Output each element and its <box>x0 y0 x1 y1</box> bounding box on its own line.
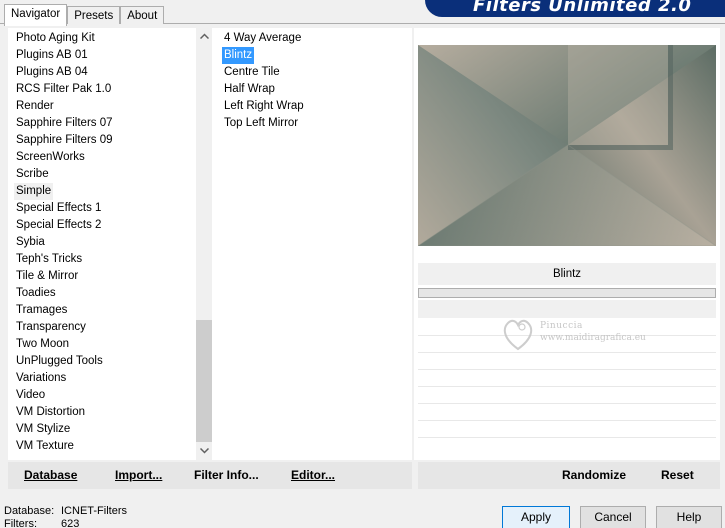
category-item[interactable]: Special Effects 2 <box>16 217 101 234</box>
category-item[interactable]: Sapphire Filters 07 <box>16 115 113 132</box>
app-title: Filters Unlimited 2.0 <box>473 0 692 16</box>
category-item[interactable]: Special Effects 1 <box>16 200 101 217</box>
parameter-slot-divider <box>418 403 716 404</box>
preview-image[interactable] <box>418 45 716 246</box>
help-button[interactable]: Help <box>656 506 722 528</box>
category-item[interactable]: Scribe <box>16 166 49 183</box>
app-banner: Filters Unlimited 2.0 <box>425 0 725 17</box>
preview-pane: Blintz Pinuccia www.maidiragrafica.eu <box>414 28 720 460</box>
tab-strip: Navigator Presets About <box>4 4 165 26</box>
category-item[interactable]: VM Texture <box>16 438 74 455</box>
cancel-button[interactable]: Cancel <box>580 506 646 528</box>
parameter-toolbar: Randomize Reset <box>418 462 720 489</box>
status-filters-value: 623 <box>61 518 80 528</box>
category-item[interactable]: Transparency <box>16 319 86 336</box>
category-item[interactable]: Photo Aging Kit <box>16 30 95 47</box>
parameter-slot-divider <box>418 386 716 387</box>
editor-button[interactable]: Editor... <box>291 462 335 489</box>
filter-name-label: Blintz <box>418 263 716 285</box>
category-scrollbar[interactable] <box>196 28 213 460</box>
status-database-label: Database: <box>4 505 55 517</box>
watermark-name: Pinuccia <box>540 321 583 331</box>
parameter-slot-divider <box>418 420 716 421</box>
category-item[interactable]: Teph's Tricks <box>16 251 82 268</box>
effect-list[interactable]: 4 Way Average Blintz Centre Tile Half Wr… <box>212 28 412 460</box>
category-item[interactable]: UnPlugged Tools <box>16 353 103 370</box>
filter-info-button[interactable]: Filter Info... <box>194 462 259 489</box>
effect-item[interactable]: Half Wrap <box>224 81 275 98</box>
chevron-up-icon[interactable] <box>196 28 213 45</box>
import-button-label: Import... <box>115 468 163 482</box>
category-item[interactable]: ScreenWorks <box>16 149 85 166</box>
editor-button-label: Editor... <box>291 468 336 482</box>
effect-item[interactable]: Centre Tile <box>224 64 280 81</box>
category-item[interactable]: Video <box>16 387 45 404</box>
status-database-value: ICNET-Filters <box>61 505 127 517</box>
parameter-slot-divider <box>418 369 716 370</box>
navigator-toolbar: Database Import... Filter Info... Editor… <box>8 462 412 489</box>
tab-navigator[interactable]: Navigator <box>4 4 68 26</box>
database-button-label: Database <box>24 468 78 482</box>
parameter-slider[interactable] <box>418 288 716 298</box>
category-item[interactable]: Tramages <box>16 302 67 319</box>
apply-button[interactable]: Apply <box>502 506 570 528</box>
status-filters: Filters: 623 <box>4 518 79 528</box>
watermark-url: www.maidiragrafica.eu <box>540 333 646 343</box>
scrollbar-thumb[interactable] <box>196 320 213 442</box>
heart-icon <box>503 319 533 351</box>
category-item-selected[interactable]: Simple <box>14 183 54 200</box>
filter-info-button-label: Filter Info... <box>194 468 259 482</box>
category-item[interactable]: Toadies <box>16 285 56 302</box>
import-button[interactable]: Import... <box>115 462 162 489</box>
category-list[interactable]: Photo Aging Kit Plugins AB 01 Plugins AB… <box>8 28 213 460</box>
category-item[interactable]: Two Moon <box>16 336 69 353</box>
status-filters-label: Filters: <box>4 518 37 528</box>
database-button[interactable]: Database <box>24 462 77 489</box>
status-database: Database: ICNET-Filters <box>4 505 127 518</box>
reset-button[interactable]: Reset <box>661 462 694 489</box>
effect-item-selected[interactable]: Blintz <box>222 47 255 64</box>
effect-item[interactable]: Left Right Wrap <box>224 98 304 115</box>
category-item[interactable]: Plugins AB 01 <box>16 47 88 64</box>
category-item[interactable]: Tile & Mirror <box>16 268 78 285</box>
watermark: Pinuccia www.maidiragrafica.eu <box>500 313 670 363</box>
effect-item[interactable]: Top Left Mirror <box>224 115 298 132</box>
category-item[interactable]: RCS Filter Pak 1.0 <box>16 81 111 98</box>
category-item[interactable]: Sapphire Filters 09 <box>16 132 113 149</box>
category-item[interactable]: VM Distortion <box>16 404 85 421</box>
category-item[interactable]: Render <box>16 98 54 115</box>
randomize-button[interactable]: Randomize <box>562 462 626 489</box>
category-item[interactable]: VM Stylize <box>16 421 70 438</box>
category-item[interactable]: Plugins AB 04 <box>16 64 88 81</box>
effect-item[interactable]: 4 Way Average <box>224 30 301 47</box>
tab-about[interactable]: About <box>120 6 165 25</box>
chevron-down-icon[interactable] <box>196 443 213 460</box>
category-item[interactable]: Sybia <box>16 234 45 251</box>
category-item[interactable]: Variations <box>16 370 66 387</box>
parameter-slot-divider <box>418 437 716 438</box>
tab-presets[interactable]: Presets <box>67 6 121 25</box>
